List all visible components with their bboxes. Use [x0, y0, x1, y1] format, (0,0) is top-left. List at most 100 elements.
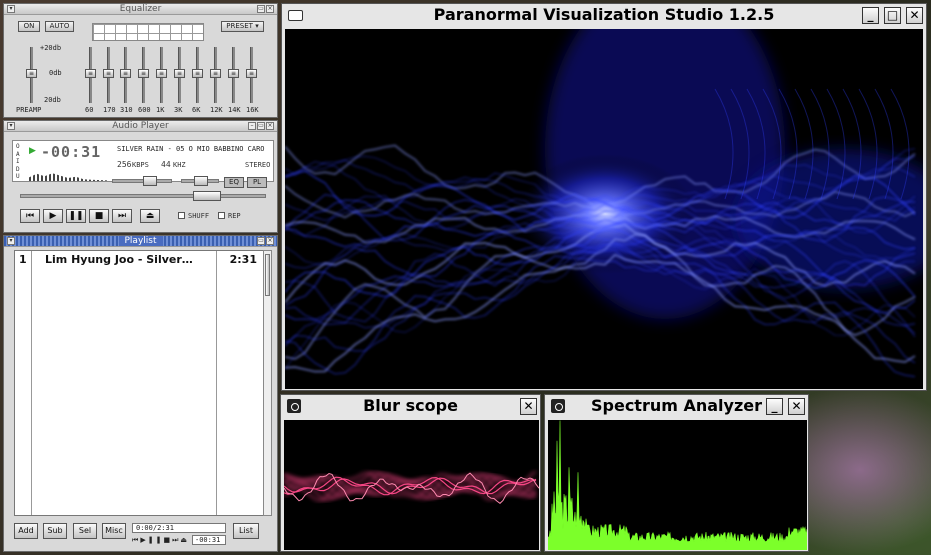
song-ticker[interactable]: SILVER RAIN - 05 O MIO BABBINO CARO — [117, 145, 273, 153]
eq-band-slider-6K[interactable]: ≡ — [192, 47, 203, 103]
slider-knob[interactable]: ≡ — [246, 69, 257, 78]
slider-knob[interactable]: ≡ — [156, 69, 167, 78]
minimize-icon[interactable]: – — [248, 122, 256, 130]
slider-knob[interactable]: ≡ — [120, 69, 131, 78]
eq-band-slider-3K[interactable]: ≡ — [174, 47, 185, 103]
window-menu-icon[interactable] — [287, 399, 301, 413]
slider-knob[interactable]: ≡ — [26, 69, 37, 78]
scrollbar-thumb[interactable] — [265, 254, 270, 296]
mini-pause-icon[interactable]: ❚❚ — [148, 536, 164, 544]
playlist-titlebar[interactable]: ▾ Playlist ▭ × — [4, 236, 277, 247]
misc-button[interactable]: Misc — [102, 523, 126, 539]
add-button[interactable]: Add — [14, 523, 38, 539]
eq-band-label: 60 — [85, 106, 94, 114]
menu-icon[interactable]: ▾ — [7, 122, 15, 130]
pvs-window: Paranormal Visualization Studio 1.2.5 _ … — [281, 3, 927, 391]
close-button[interactable]: ✕ — [906, 7, 923, 24]
close-icon[interactable]: × — [266, 122, 274, 130]
eq-preset-button[interactable]: PRESET ▾ — [221, 21, 264, 32]
eject-button[interactable]: ⏏ — [140, 209, 160, 223]
close-button[interactable]: ✕ — [520, 398, 537, 415]
playlist-row[interactable]: 1 Lim Hyung Joo - Silver… 2:31 — [15, 251, 263, 267]
slider-knob[interactable]: ≡ — [192, 69, 203, 78]
slider-knob[interactable]: ≡ — [138, 69, 149, 78]
khz-label: KHZ — [173, 161, 186, 169]
playlist-time-display: 0:00/2:31 — [132, 523, 226, 533]
previous-button[interactable]: ⏮ — [20, 209, 40, 223]
minimize-button[interactable]: _ — [862, 7, 879, 24]
sub-button[interactable]: Sub — [43, 523, 67, 539]
time-display[interactable]: -00:31 — [41, 143, 101, 161]
spectrum-title: Spectrum Analyzer — [590, 396, 763, 415]
stop-button[interactable]: ■ — [89, 209, 109, 223]
slider-knob[interactable]: ≡ — [174, 69, 185, 78]
eq-band-slider-310[interactable]: ≡ — [120, 47, 131, 103]
playlist-row-number: 1 — [19, 253, 27, 266]
seek-slider[interactable] — [20, 191, 266, 201]
window-menu-icon[interactable] — [551, 399, 565, 413]
mini-eject-icon[interactable]: ⏏ — [180, 536, 189, 544]
status-letter: O — [16, 143, 20, 150]
playlist-scrollbar[interactable] — [263, 250, 272, 516]
eq-band-slider-60[interactable]: ≡ — [85, 47, 96, 103]
list-button[interactable]: List — [233, 523, 259, 539]
slider-knob[interactable]: ≡ — [210, 69, 221, 78]
equalizer-titlebar[interactable]: ▾ Equalizer ▭ × — [4, 4, 277, 15]
slider-knob[interactable]: ≡ — [228, 69, 239, 78]
volume-knob[interactable] — [143, 176, 157, 186]
eq-band-slider-16K[interactable]: ≡ — [246, 47, 257, 103]
player-title: Audio Player — [106, 121, 175, 131]
pl-toggle-button[interactable]: PL — [247, 177, 267, 188]
shade-icon[interactable]: ▭ — [257, 122, 265, 130]
spectrum-bars — [548, 420, 807, 550]
blur-scope-window: Blur scope ✕ — [280, 394, 541, 552]
eq-band-slider-600[interactable]: ≡ — [138, 47, 149, 103]
spectrum-titlebar[interactable]: Spectrum Analyzer _ ✕ — [545, 395, 808, 417]
pause-button[interactable]: ❚❚ — [66, 209, 86, 223]
volume-slider[interactable] — [112, 176, 172, 186]
eq-band-slider-12K[interactable]: ≡ — [210, 47, 221, 103]
repeat-label: REP — [228, 212, 241, 220]
pvs-visualization-art — [285, 29, 923, 378]
stop-icon: ■ — [94, 211, 104, 221]
equalizer-title: Equalizer — [113, 4, 168, 14]
mini-play-icon[interactable]: ▶ — [140, 536, 147, 544]
pvs-visualization-canvas[interactable] — [285, 29, 923, 389]
shade-icon[interactable]: ▭ — [257, 5, 265, 13]
menu-icon[interactable]: ▾ — [7, 5, 15, 13]
preamp-slider[interactable]: ≡ — [26, 47, 37, 103]
eq-band-slider-14K[interactable]: ≡ — [228, 47, 239, 103]
player-titlebar[interactable]: ▾ Audio Player – ▭ × — [4, 121, 277, 132]
eq-band-slider-170[interactable]: ≡ — [103, 47, 114, 103]
window-menu-icon[interactable] — [288, 10, 303, 21]
spectrum-canvas[interactable] — [548, 420, 807, 550]
shuffle-checkbox[interactable] — [178, 212, 185, 219]
sel-button[interactable]: Sel — [73, 523, 97, 539]
mini-stop-icon[interactable]: ■ — [163, 536, 172, 544]
blur-scope-titlebar[interactable]: Blur scope ✕ — [281, 395, 540, 417]
balance-knob[interactable] — [194, 176, 208, 186]
slider-knob[interactable]: ≡ — [85, 69, 96, 78]
blur-scope-canvas[interactable] — [284, 420, 539, 550]
maximize-button[interactable]: □ — [884, 7, 901, 24]
pvs-titlebar[interactable]: Paranormal Visualization Studio 1.2.5 _ … — [282, 4, 926, 26]
eq-auto-button[interactable]: AUTO — [45, 21, 74, 32]
balance-slider[interactable] — [181, 176, 219, 186]
close-button[interactable]: ✕ — [788, 398, 805, 415]
close-icon[interactable]: × — [266, 237, 274, 245]
seek-knob[interactable] — [193, 191, 221, 201]
close-icon[interactable]: × — [266, 5, 274, 13]
status-letter: I — [16, 158, 20, 165]
eq-band-slider-1K[interactable]: ≡ — [156, 47, 167, 103]
repeat-checkbox[interactable] — [218, 212, 225, 219]
eq-toggle-button[interactable]: EQ — [224, 177, 244, 188]
mini-visualizer[interactable] — [29, 173, 107, 181]
slider-knob[interactable]: ≡ — [103, 69, 114, 78]
play-button[interactable]: ▶ — [43, 209, 63, 223]
menu-icon[interactable]: ▾ — [7, 237, 15, 245]
playlist-list[interactable]: 1 Lim Hyung Joo - Silver… 2:31 — [14, 250, 264, 516]
shade-icon[interactable]: ▭ — [257, 237, 265, 245]
minimize-button[interactable]: _ — [766, 398, 783, 415]
next-button[interactable]: ⏭ — [112, 209, 132, 223]
eq-on-button[interactable]: ON — [18, 21, 40, 32]
